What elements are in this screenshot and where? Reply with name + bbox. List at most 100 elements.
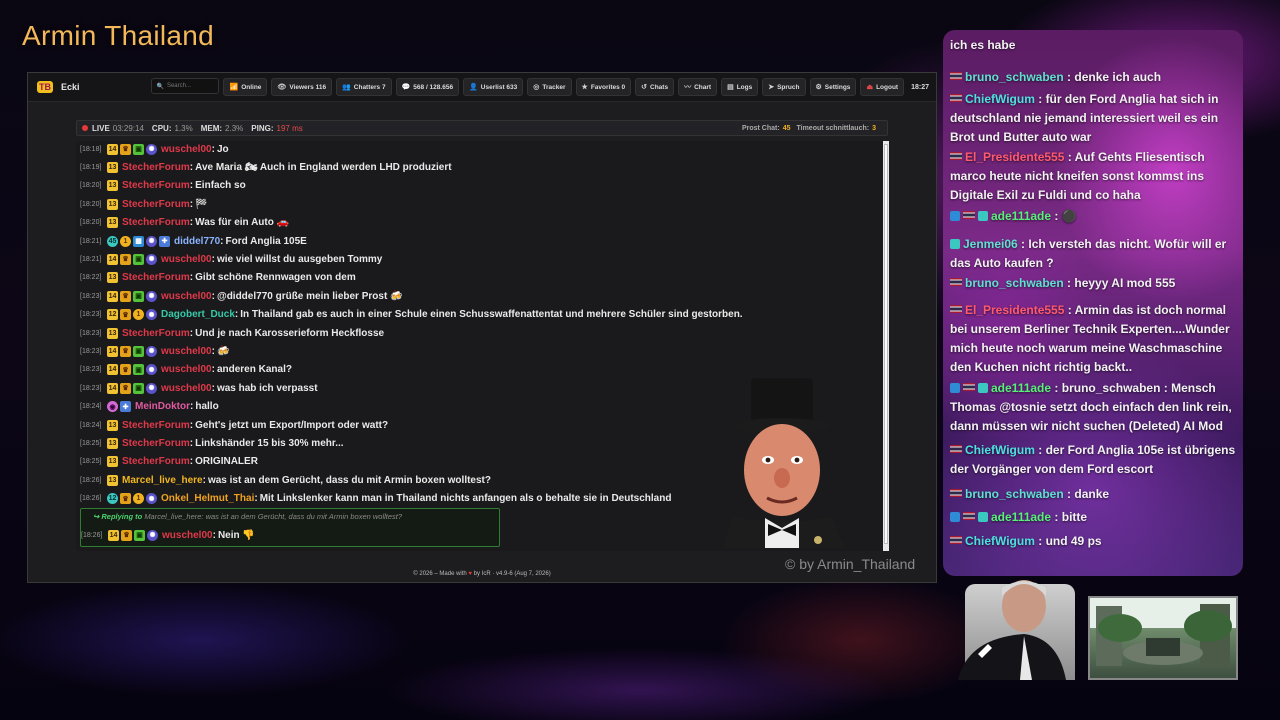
- toolbar-button-label: Chatters 7: [353, 83, 386, 91]
- username[interactable]: Dagobert_Duck: [161, 309, 235, 320]
- chat-message[interactable]: [18:22] 13 StecherForum: Gibt schöne Rennwa…: [80, 270, 356, 286]
- separator: :: [189, 327, 194, 339]
- app-logo[interactable]: TB: [37, 81, 53, 93]
- overlay-chat-message: El_Presidente555 : Armin das ist doch no…: [950, 301, 1238, 377]
- username[interactable]: StecherForum: [122, 162, 190, 173]
- overlay-username: El_Presidente555: [965, 303, 1065, 317]
- bits-badge-icon: [978, 383, 988, 393]
- toolbar-button[interactable]: 📶 Online: [223, 78, 268, 96]
- gift-badge-icon: ▣: [133, 253, 144, 265]
- separator: :: [211, 253, 215, 265]
- overlay-username: bruno_schwaben: [965, 487, 1064, 501]
- bits-badge-icon: [978, 512, 988, 522]
- chat-message[interactable]: [18:25] 13 StecherForum: Linkshänder 15 bis…: [80, 435, 344, 451]
- username[interactable]: MeinDoktor: [135, 401, 190, 412]
- chat-message[interactable]: [18:24] 13 StecherForum: Geht's jetzt um Ex…: [80, 417, 388, 433]
- chat-scrollbar[interactable]: [883, 141, 889, 551]
- ping-label: PING:: [251, 123, 274, 133]
- search-input[interactable]: 🔍 Search...: [151, 78, 220, 94]
- reply-chat-message[interactable]: [18:26] 14 ♛ ▣ ✺ wuschel00: Nein 👎: [81, 527, 255, 543]
- sub-badge-icon: 12: [107, 309, 118, 321]
- tv-badge-icon: [950, 211, 960, 221]
- timestamp: [18:18]: [80, 145, 102, 153]
- chat-message[interactable]: [18:23] 14 ♛ ▣ ✺ wuschel00: 🍻: [80, 343, 229, 359]
- globe-badge-icon: ✺: [146, 309, 157, 321]
- reply-message[interactable]: ↪ Replying to Marcel_live_here: was ist …: [80, 508, 500, 547]
- message-text: Mit Linkslenker kann man in Thailand nic…: [259, 493, 672, 505]
- message-text: hallo: [195, 401, 219, 413]
- toolbar-button[interactable]: ▤ Logs: [721, 78, 759, 96]
- garden-image: [1090, 598, 1236, 668]
- chat-message[interactable]: [18:18] 14 ♛ ▣ ✺ wuschel00: Jo: [80, 141, 229, 157]
- separator: :: [1064, 150, 1075, 164]
- cpu-value: 1.3%: [174, 123, 193, 133]
- username[interactable]: Marcel_live_here: [122, 475, 203, 486]
- toolbar-button[interactable]: 💬 568 / 128.656: [395, 78, 460, 96]
- chat-message[interactable]: [18:25] 13 StecherForum: ORIGINALER: [80, 454, 258, 470]
- toolbar-button[interactable]: 〰 Chart: [678, 78, 718, 96]
- username[interactable]: StecherForum: [122, 328, 190, 339]
- gear-icon: ⚙: [815, 84, 822, 91]
- username[interactable]: StecherForum: [122, 438, 190, 449]
- toolbar-button[interactable]: ↺ Chats: [635, 78, 675, 96]
- overlay-username: ChiefWigum: [965, 534, 1035, 548]
- history-icon: ↺: [641, 84, 648, 91]
- toolbar-button[interactable]: 👤 Userlist 633: [463, 78, 524, 96]
- username[interactable]: wuschel00: [161, 383, 212, 394]
- username[interactable]: StecherForum: [122, 217, 190, 228]
- chat-message[interactable]: [18:24] ◉ ✚ MeinDoktor: hallo: [80, 399, 219, 415]
- wifi-icon: 📶: [229, 84, 239, 91]
- message-text: Geht's jetzt um Export/Import oder watt?: [195, 419, 389, 431]
- username[interactable]: StecherForum: [122, 420, 190, 431]
- separator: :: [189, 180, 194, 192]
- toolbar-button[interactable]: ➤ Spruch: [762, 78, 806, 96]
- chat-message[interactable]: [18:23] 14 ♛ ▣ ✺ wuschel00: @diddel770 grüße m…: [80, 288, 403, 304]
- toolbar-button[interactable]: 👥 Chatters 7: [336, 78, 392, 96]
- toolbar-button[interactable]: ⏏ Logout: [860, 78, 905, 96]
- chat-message[interactable]: [18:20] 13 StecherForum: Was für ein Auto 🚗: [80, 215, 289, 231]
- chat-message[interactable]: [18:26] 13 Marcel_live_here: was ist an dem…: [80, 472, 491, 488]
- crown-badge-icon: ♛: [120, 345, 131, 357]
- globe-badge-icon: ✺: [146, 364, 157, 376]
- username[interactable]: StecherForum: [122, 199, 190, 210]
- toolbar-button[interactable]: ★ Favorites 0: [575, 78, 632, 96]
- separator: :: [1063, 70, 1075, 84]
- chat-message[interactable]: [18:19] 13 StecherForum: Ave Maria 🏍 Auch i…: [80, 159, 452, 175]
- chat-message[interactable]: [18:23] 12 ♛ 1 ✺ Dagobert_Duck: In Thailand ga…: [80, 307, 743, 323]
- thailand-flag-icon: [950, 489, 962, 497]
- username[interactable]: StecherForum: [122, 272, 190, 283]
- chat-message[interactable]: [18:20] 13 StecherForum: 🏁: [80, 196, 208, 212]
- overlay-chat-message: ChiefWigum : für den Ford Anglia hat sic…: [950, 90, 1238, 147]
- message-text: 🏁: [195, 198, 208, 210]
- toolbar-button[interactable]: 👁 Viewers 116: [271, 78, 333, 96]
- chat-message[interactable]: [18:23] 14 ♛ ▣ ✺ wuschel00: was hab ich verpas…: [80, 380, 318, 396]
- chat-message[interactable]: [18:23] 14 ♛ ▣ ✺ wuschel00: anderen Kanal?: [80, 362, 292, 378]
- overlay-chat-message: bruno_schwaben : heyyy AI mod 555: [950, 274, 1238, 293]
- username[interactable]: wuschel00: [161, 144, 212, 155]
- timestamp: [18:25]: [80, 439, 102, 447]
- username[interactable]: wuschel00: [161, 254, 212, 265]
- username[interactable]: wuschel00: [162, 530, 213, 541]
- toolbar-button-label: Tracker: [542, 83, 566, 91]
- username[interactable]: wuschel00: [161, 364, 212, 375]
- overlay-chat-message: ChiefWigum : und 49 ps: [950, 532, 1238, 551]
- username[interactable]: wuschel00: [161, 291, 212, 302]
- toolbar-button[interactable]: ⚙ Settings: [809, 78, 857, 96]
- username[interactable]: wuschel00: [161, 346, 212, 357]
- chat-message[interactable]: [18:23] 13 StecherForum: Und je nach Kaross…: [80, 325, 384, 341]
- globe-badge-icon: ✺: [146, 493, 157, 505]
- chat-message[interactable]: [18:26] 12 ♛ 1 ✺ Onkel_Helmut_Thai: Mit Linksl…: [80, 491, 671, 507]
- timestamp: [18:24]: [80, 403, 102, 411]
- sub-badge-icon: 14: [108, 529, 119, 541]
- chat-message[interactable]: [18:21] 14 ♛ ▣ ✺ wuschel00: wie viel willst du…: [80, 251, 382, 267]
- username[interactable]: StecherForum: [122, 180, 190, 191]
- username[interactable]: Onkel_Helmut_Thai: [161, 493, 254, 504]
- chat-message[interactable]: [18:21] 45 1 ▦ ✺ ✚ diddel770: Ford Anglia 105E: [80, 233, 307, 249]
- scrollbar-thumb[interactable]: [884, 144, 888, 544]
- separator: :: [1051, 510, 1062, 524]
- username[interactable]: diddel770: [174, 236, 220, 247]
- username[interactable]: StecherForum: [122, 456, 190, 467]
- crown-badge-icon: ♛: [120, 309, 131, 321]
- chat-message[interactable]: [18:20] 13 StecherForum: Einfach so: [80, 178, 246, 194]
- toolbar-button[interactable]: ◎ Tracker: [527, 78, 572, 96]
